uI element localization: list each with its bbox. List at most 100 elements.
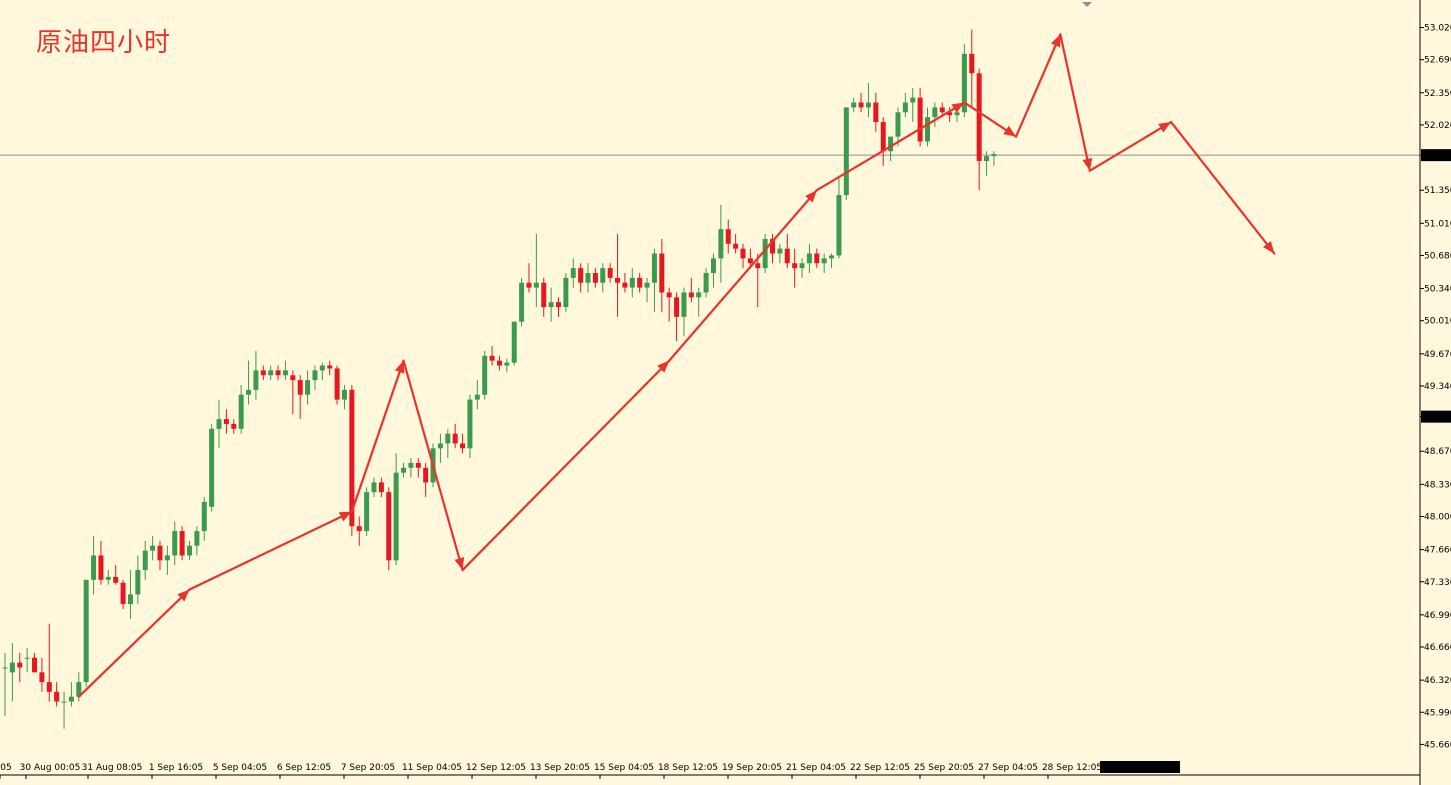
- candle-body: [460, 443, 466, 449]
- candle-body: [17, 662, 23, 668]
- y-tick-label: 51.010: [1424, 219, 1451, 229]
- candle-body: [755, 263, 761, 269]
- candle-body: [659, 253, 665, 293]
- candle-body: [851, 102, 857, 108]
- candle-body: [984, 156, 990, 161]
- wave-arrowhead: [1003, 125, 1017, 137]
- candle-body: [541, 282, 547, 308]
- candle-body: [150, 545, 156, 551]
- candle-body: [622, 282, 628, 288]
- x-tick-label: 22 Sep 12:05: [850, 763, 910, 773]
- candle-body: [976, 73, 982, 161]
- candle-body: [991, 154, 997, 157]
- candle-body: [688, 292, 694, 298]
- candle-body: [592, 272, 598, 283]
- candle-body: [216, 419, 222, 429]
- y-tick-label: 47.330: [1424, 578, 1451, 588]
- candle-body: [98, 555, 104, 580]
- scroll-marker-icon: [1082, 2, 1092, 7]
- candle-body: [865, 102, 871, 108]
- candle-body: [556, 302, 561, 308]
- y-tick-label: 46.990: [1424, 611, 1451, 621]
- candle-body: [290, 375, 296, 381]
- candle-body: [2, 667, 8, 669]
- candle-body: [120, 582, 126, 605]
- x-tick-label: 11 Sep 04:05: [402, 763, 462, 773]
- candle-body: [792, 263, 798, 269]
- wave-segment: [1088, 120, 1173, 172]
- y-tick-label: 50.340: [1424, 285, 1451, 295]
- candle-body: [489, 355, 495, 361]
- candle-body: [83, 579, 89, 683]
- x-tick-label: 25 Sep 20:05: [914, 763, 974, 773]
- candle-body: [600, 268, 606, 283]
- wave-segment: [188, 510, 353, 591]
- chart-root: 原油四小时 53.02052.69052.35052.02051.71051.3…: [0, 0, 1451, 785]
- y-tick-label: 46.660: [1424, 643, 1451, 653]
- y-tick-label: 52.350: [1424, 89, 1451, 99]
- candle-body: [386, 492, 392, 561]
- candle-body: [747, 258, 753, 264]
- chart-svg: 53.020 52.690 52.350 52.020 51.710 51.350 51.0…: [0, 0, 1451, 785]
- candle-body: [334, 368, 340, 400]
- wave-segment: [815, 101, 966, 192]
- candle-body: [312, 370, 318, 381]
- candle-body: [637, 277, 643, 288]
- candle-body: [445, 433, 451, 444]
- candle-body: [201, 501, 207, 532]
- candle-body: [888, 136, 894, 152]
- y-tick-label: 48.330: [1424, 480, 1451, 490]
- candle-body: [533, 282, 539, 288]
- x-tick-label: 30 Aug 00:05: [20, 763, 81, 773]
- candle-body: [806, 253, 812, 264]
- wave-arrowhead: [1082, 157, 1093, 171]
- y-tick-label: 51.350: [1424, 186, 1451, 196]
- candle-body: [895, 112, 901, 137]
- candle-body: [902, 102, 908, 113]
- wave-segment: [1014, 33, 1062, 138]
- candle-body: [231, 423, 237, 429]
- candle-body: [142, 550, 148, 571]
- candle-body: [39, 672, 45, 683]
- candle-body: [282, 370, 288, 376]
- candle-body: [969, 53, 975, 74]
- candle-body: [570, 268, 576, 278]
- candle-body: [68, 696, 74, 702]
- candle-body: [674, 297, 680, 317]
- candle-body: [164, 555, 170, 561]
- candle-body: [305, 380, 311, 395]
- candle-body: [829, 255, 835, 259]
- y-tick-label: 50.010: [1424, 317, 1451, 327]
- candles-layer: [0, 29, 1420, 729]
- y-axis: 53.020 52.690 52.350 52.020 51.710 51.350 51.0…: [1419, 0, 1451, 785]
- candle-body: [401, 467, 407, 473]
- candle-body: [32, 657, 38, 673]
- candle-body: [135, 570, 141, 595]
- candle-body: [548, 302, 554, 308]
- candle-body: [253, 370, 259, 390]
- y-tick-label: 53.020: [1424, 24, 1451, 34]
- candle-body: [297, 380, 303, 395]
- candle-body: [504, 362, 510, 366]
- x-tick-label: 21 Sep 04:05: [786, 763, 846, 773]
- y-tick-label: 51.710: [1424, 151, 1451, 161]
- candle-body: [268, 370, 274, 376]
- candle-body: [821, 258, 827, 264]
- candle-body: [187, 545, 192, 556]
- candle-body: [607, 268, 613, 278]
- candle-body: [408, 462, 414, 468]
- y-tick-label: 49.025: [1424, 413, 1451, 423]
- wave-segment: [1059, 33, 1091, 172]
- wave-arrowhead: [1158, 122, 1172, 133]
- candle-body: [371, 482, 377, 493]
- candle-body: [341, 389, 347, 400]
- wave-segment: [77, 588, 191, 698]
- candle-body: [356, 526, 362, 532]
- candle-body: [858, 102, 864, 108]
- x-tick-label: 15 Sep 04:05: [594, 763, 654, 773]
- candle-body: [393, 472, 399, 561]
- x-tick-label: 31 Aug 08:05: [82, 763, 143, 773]
- candle-body: [519, 282, 525, 322]
- candle-body: [275, 370, 281, 376]
- candle-body: [939, 107, 945, 113]
